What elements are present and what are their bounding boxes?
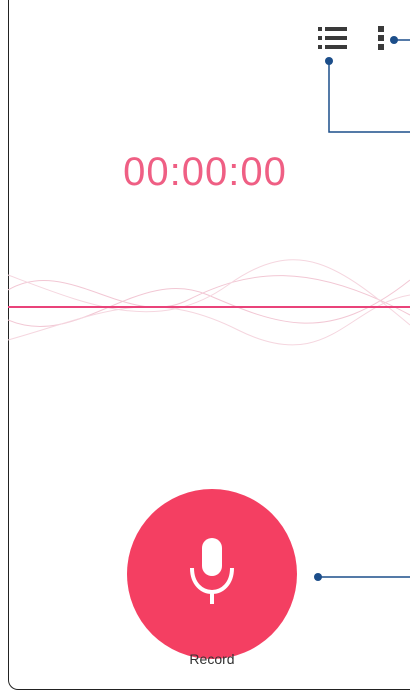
waveform-faint-wave-4 xyxy=(8,294,410,346)
recording-timer: 00:00:00 xyxy=(123,150,287,194)
more-options-icon[interactable] xyxy=(375,24,387,52)
waveform-visualizer xyxy=(8,259,410,346)
record-button[interactable] xyxy=(127,489,297,659)
waveform-faint-wave-2 xyxy=(8,279,410,327)
microphone-icon xyxy=(184,534,240,614)
record-label: Record xyxy=(189,651,235,667)
recordings-list-icon[interactable] xyxy=(317,24,351,52)
